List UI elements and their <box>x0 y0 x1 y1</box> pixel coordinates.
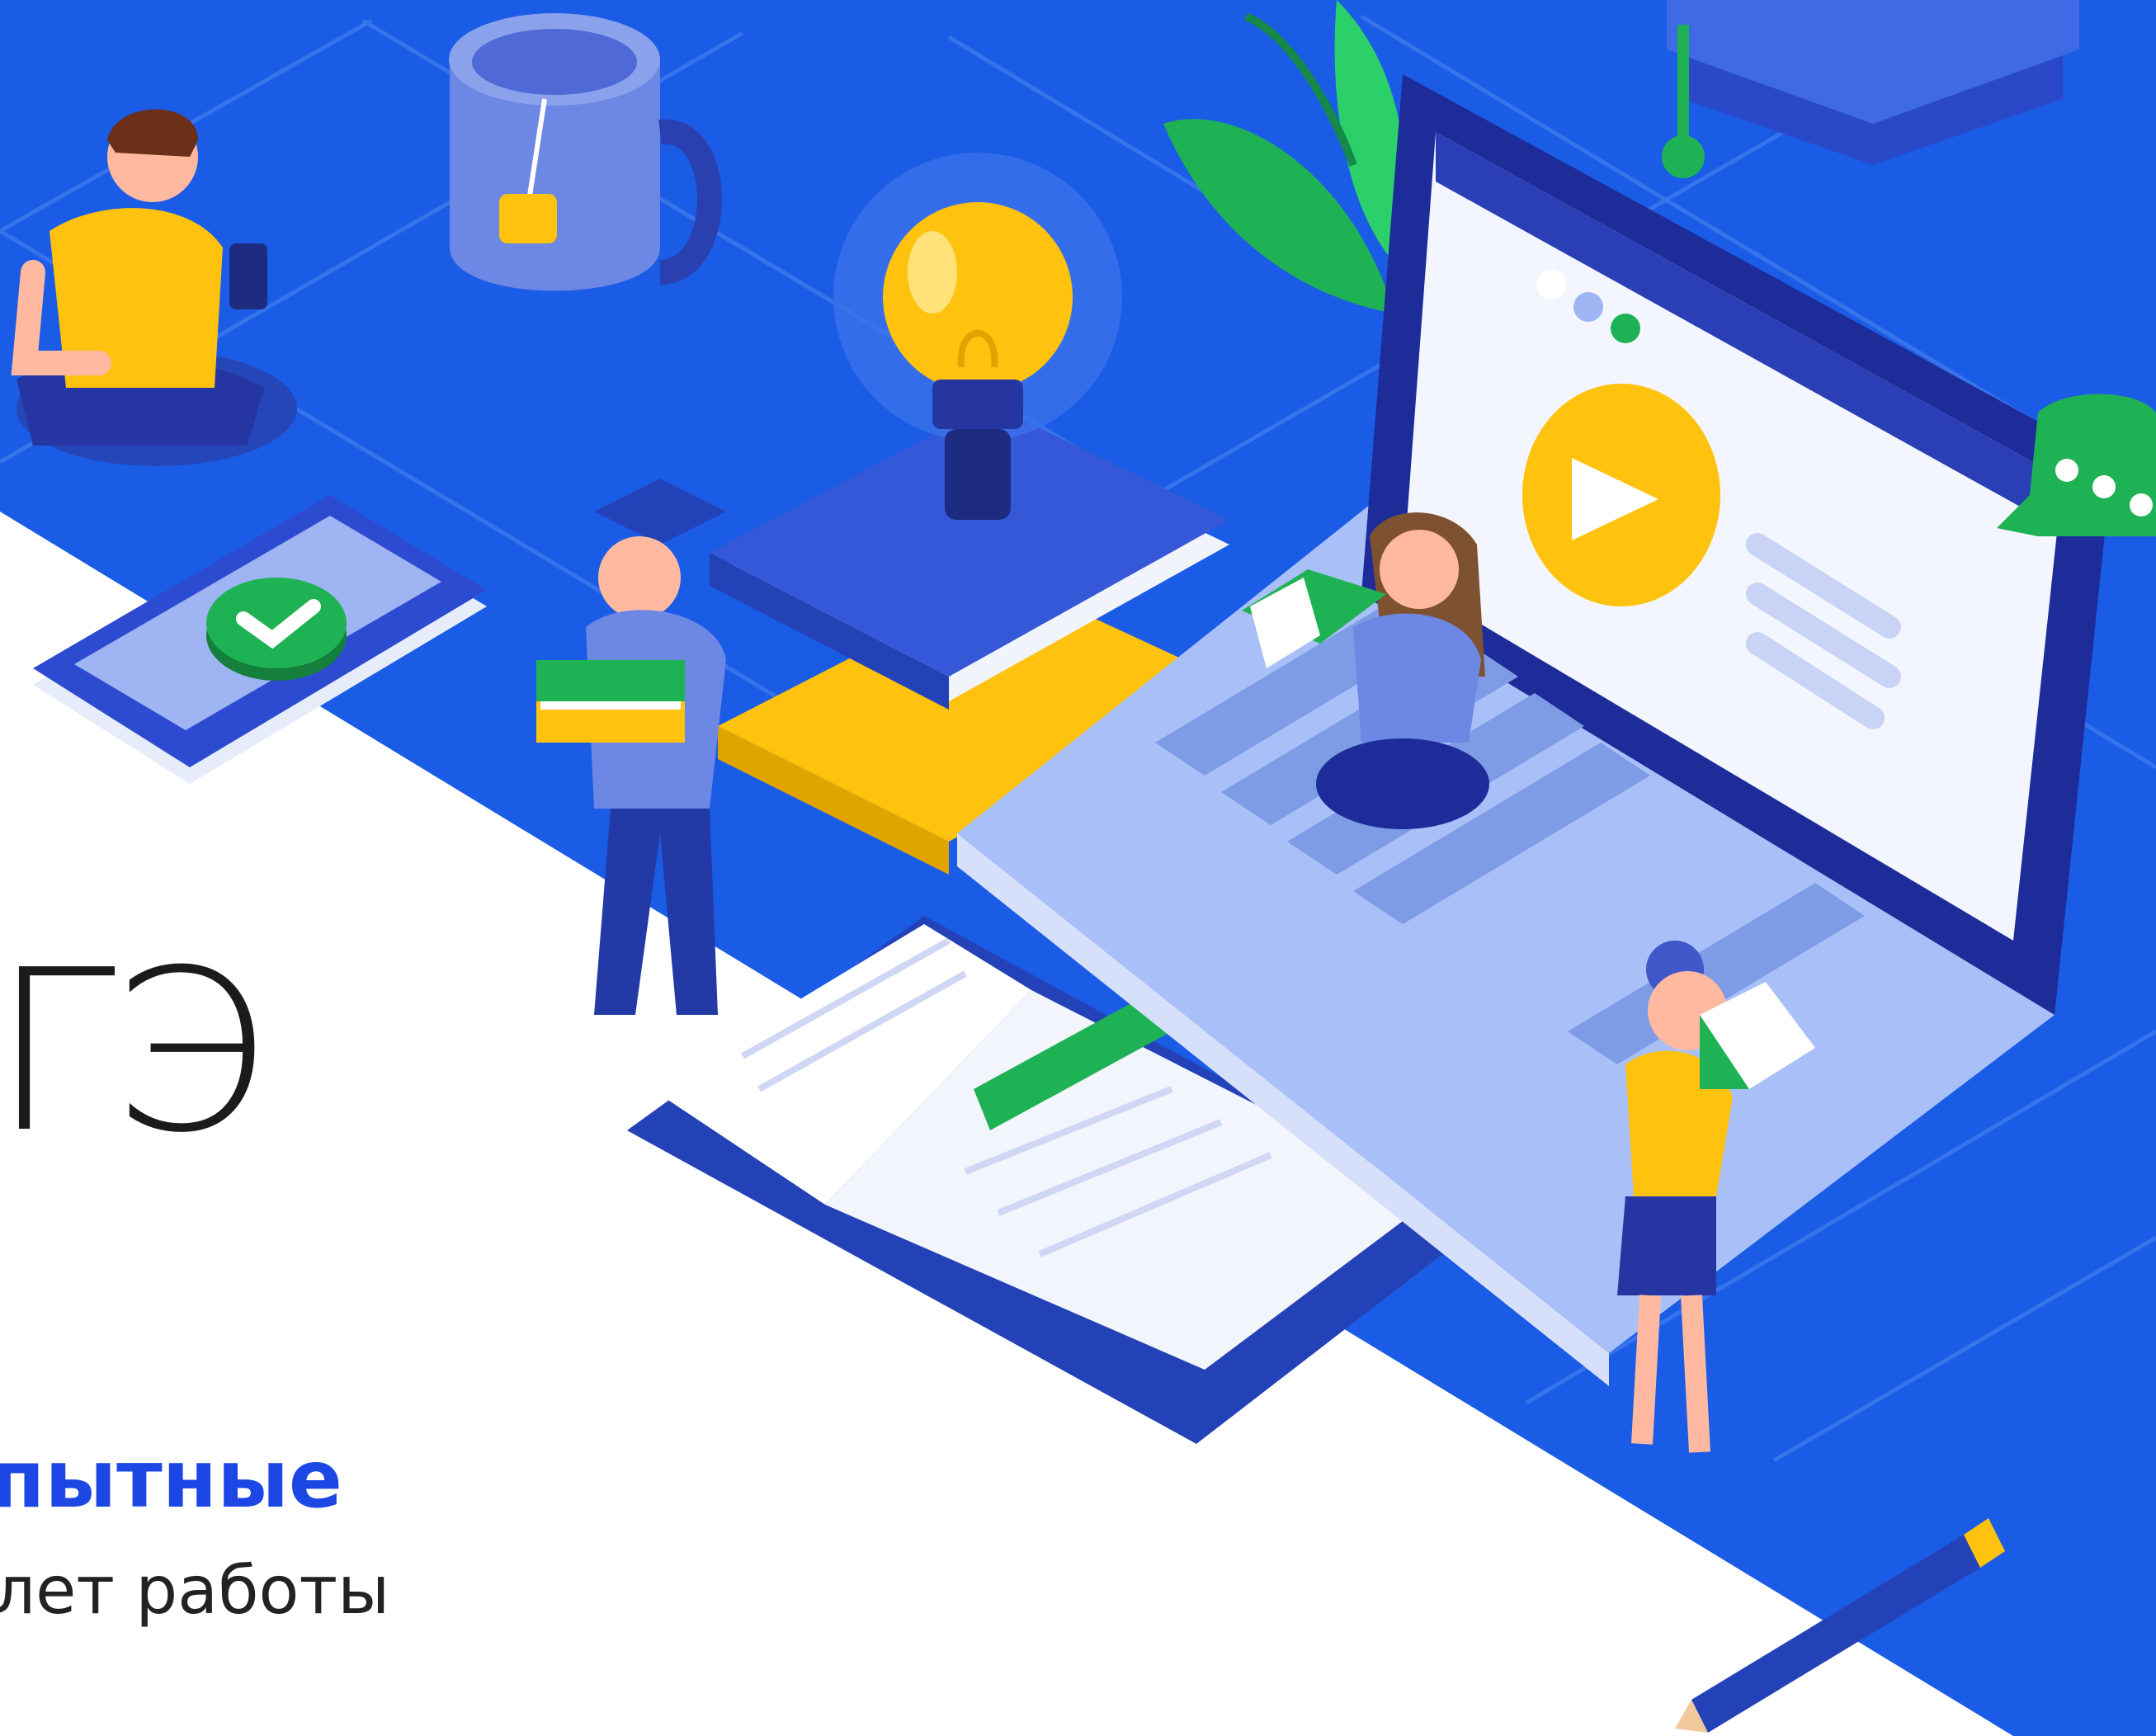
caption: лет работы <box>0 1552 390 1629</box>
subtitle: пытные <box>0 1433 343 1526</box>
play-icon <box>1522 384 1720 606</box>
check-icon <box>206 578 347 681</box>
heading: ГЭ <box>0 922 267 1182</box>
